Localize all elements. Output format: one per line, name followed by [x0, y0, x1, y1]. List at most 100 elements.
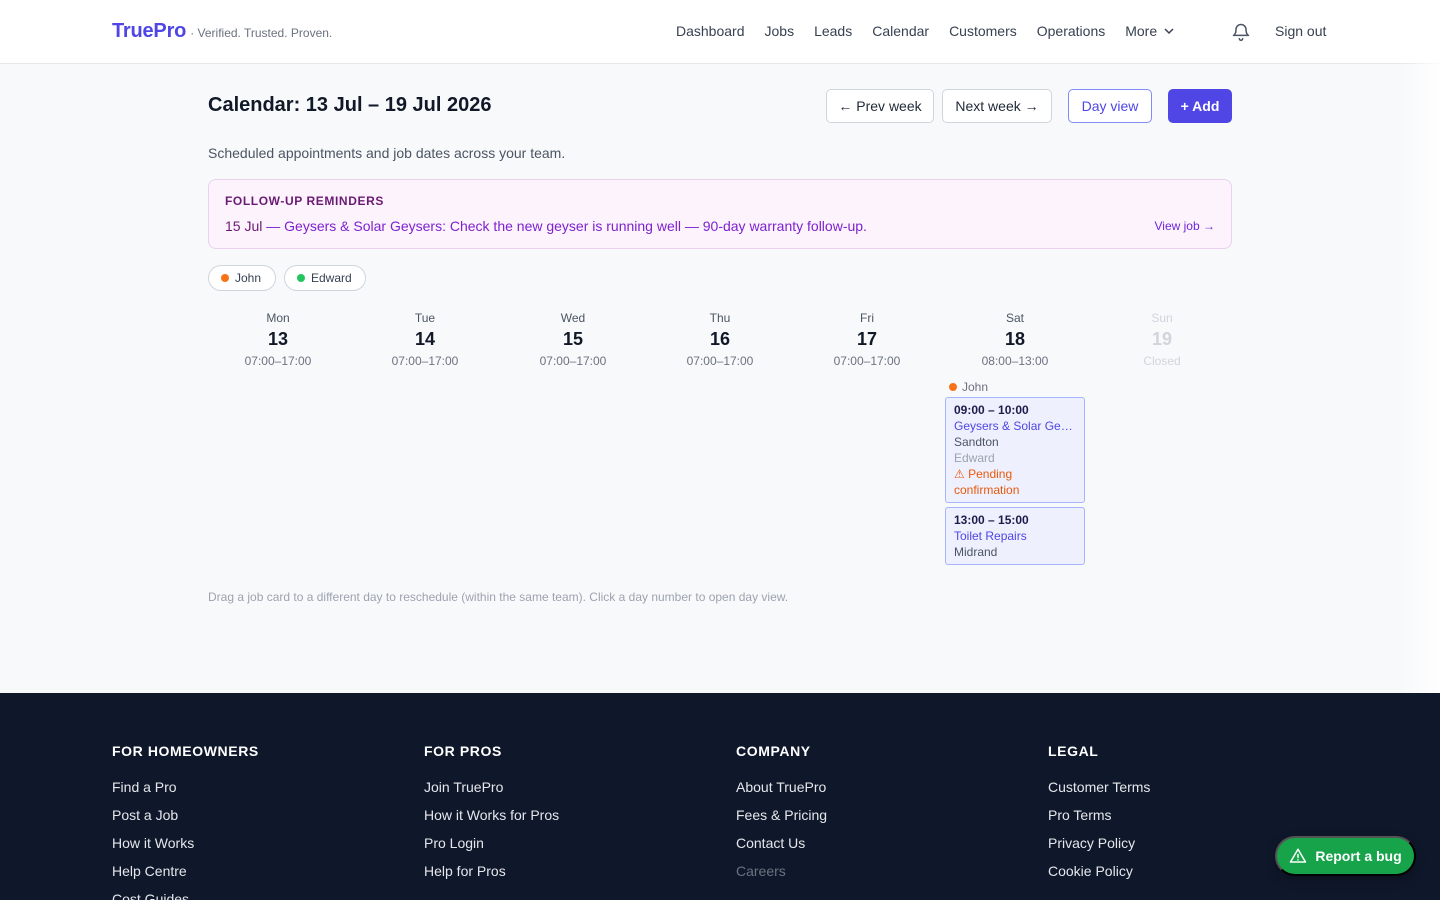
footer-link[interactable]: Cookie Policy	[1048, 863, 1150, 891]
day-column-tue: Tue 14 07:00–17:00	[355, 311, 495, 368]
reminder-date: 15 Jul	[225, 218, 263, 234]
nav-operations[interactable]: Operations	[1037, 23, 1105, 39]
day-name: Thu	[709, 311, 731, 325]
day-hours: 07:00–17:00	[539, 354, 607, 368]
add-button[interactable]: + Add	[1168, 89, 1232, 123]
day-number[interactable]: 15	[503, 329, 643, 350]
day-number[interactable]: 19	[1092, 329, 1232, 350]
day-column-mon: Mon 13 07:00–17:00	[208, 311, 348, 368]
day-name: Wed	[560, 311, 586, 325]
page-title: Calendar: 13 Jul – 19 Jul 2026	[208, 94, 492, 116]
day-name: Fri	[860, 311, 874, 325]
day-number[interactable]: 17	[797, 329, 937, 350]
page-subtitle: Scheduled appointments and job dates acr…	[208, 145, 566, 161]
day-hours: 07:00–17:00	[686, 354, 754, 368]
team-color-dot	[297, 274, 305, 282]
sign-out-link[interactable]: Sign out	[1275, 23, 1326, 39]
prev-week-button[interactable]: ← Prev week	[826, 89, 934, 123]
job-person: Edward	[954, 451, 995, 465]
footer-heading: FOR HOMEOWNERS	[112, 743, 259, 759]
warning-icon	[1290, 848, 1307, 863]
day-hours: 07:00–17:00	[244, 354, 312, 368]
footer-link[interactable]: Post a Job	[112, 807, 259, 835]
day-column-wed: Wed 15 07:00–17:00	[503, 311, 643, 368]
main-nav: Dashboard Jobs Leads Calendar Customers …	[676, 23, 1175, 39]
reminder-body: — Geysers & Solar Geysers: Check the new…	[262, 218, 867, 234]
job-time: 09:00 – 10:00	[954, 403, 1029, 417]
day-hours: Closed	[1143, 354, 1181, 368]
nav-leads[interactable]: Leads	[814, 23, 852, 39]
day-number[interactable]: 18	[945, 329, 1085, 350]
site-footer: FOR HOMEOWNERS Find a Pro Post a Job How…	[0, 693, 1440, 900]
nav-jobs[interactable]: Jobs	[765, 23, 795, 39]
reminders-heading: FOLLOW-UP REMINDERS	[225, 194, 384, 208]
report-bug-label: Report a bug	[1315, 848, 1402, 864]
bell-icon[interactable]	[1231, 22, 1251, 42]
nav-more-label: More	[1125, 23, 1158, 39]
job-status-warning: ⚠ Pending confirmation	[954, 467, 1020, 497]
job-service: Geysers & Solar Geysers	[954, 419, 1076, 433]
edge-fade	[1400, 0, 1440, 693]
assignee-label: John	[949, 380, 988, 394]
footer-link[interactable]: About TruePro	[736, 779, 827, 807]
footer-link[interactable]: Pro Terms	[1048, 807, 1150, 835]
footer-link[interactable]: Find a Pro	[112, 779, 259, 807]
nav-calendar[interactable]: Calendar	[872, 23, 929, 39]
reschedule-hint: Drag a job card to a different day to re…	[208, 590, 789, 604]
footer-link[interactable]: Fees & Pricing	[736, 807, 827, 835]
day-number[interactable]: 14	[355, 329, 495, 350]
team-color-dot	[221, 274, 229, 282]
day-view-button[interactable]: Day view	[1068, 89, 1152, 123]
nav-more[interactable]: More	[1125, 23, 1175, 39]
report-bug-button[interactable]: Report a bug	[1275, 836, 1416, 876]
footer-link[interactable]: Careers	[736, 863, 827, 891]
job-area: Sandton	[954, 435, 999, 449]
nav-customers[interactable]: Customers	[949, 23, 1017, 39]
footer-link[interactable]: Join TruePro	[424, 779, 559, 807]
day-column-fri: Fri 17 07:00–17:00	[797, 311, 937, 368]
footer-link[interactable]: Pro Login	[424, 835, 559, 863]
team-color-dot	[949, 383, 957, 391]
day-number[interactable]: 16	[650, 329, 790, 350]
footer-link[interactable]: Cost Guides	[112, 891, 259, 900]
job-service: Toilet Repairs	[954, 529, 1027, 543]
reminder-text: 15 Jul — Geysers & Solar Geysers: Check …	[225, 218, 867, 234]
team-chip-edward[interactable]: Edward	[284, 265, 366, 291]
footer-link[interactable]: Privacy Policy	[1048, 835, 1150, 863]
footer-col-company: COMPANY About TruePro Fees & Pricing Con…	[736, 743, 827, 891]
job-time: 13:00 – 15:00	[954, 513, 1029, 527]
job-card[interactable]: 09:00 – 10:00 Geysers & Solar Geysers Sa…	[945, 397, 1085, 503]
footer-col-legal: LEGAL Customer Terms Pro Terms Privacy P…	[1048, 743, 1150, 891]
view-job-link[interactable]: View job →	[1155, 219, 1215, 233]
footer-link[interactable]: How it Works for Pros	[424, 807, 559, 835]
day-name: Mon	[266, 311, 290, 325]
team-chip-john[interactable]: John	[208, 265, 276, 291]
footer-link[interactable]: Customer Terms	[1048, 779, 1150, 807]
day-column-sun: Sun 19 Closed	[1092, 311, 1232, 368]
assignee-name: John	[962, 380, 989, 394]
footer-heading: FOR PROS	[424, 743, 502, 759]
team-chip-label: John	[235, 271, 262, 285]
footer-link[interactable]: Contact Us	[736, 835, 827, 863]
day-number[interactable]: 13	[208, 329, 348, 350]
chevron-down-icon	[1164, 28, 1174, 35]
job-card[interactable]: 13:00 – 15:00 Toilet Repairs Midrand	[945, 507, 1085, 565]
team-chip-label: Edward	[311, 271, 352, 285]
footer-col-homeowners: FOR HOMEOWNERS Find a Pro Post a Job How…	[112, 743, 259, 900]
day-hours: 07:00–17:00	[391, 354, 459, 368]
follow-up-reminders: FOLLOW-UP REMINDERS 15 Jul — Geysers & S…	[208, 179, 1232, 249]
day-hours: 08:00–13:00	[981, 354, 1049, 368]
footer-link[interactable]: Help Centre	[112, 863, 259, 891]
day-name: Sun	[1151, 311, 1173, 325]
brand-logo[interactable]: TruePro	[112, 20, 186, 43]
day-column-sat: Sat 18 08:00–13:00	[945, 311, 1085, 368]
footer-heading: COMPANY	[736, 743, 811, 759]
footer-link[interactable]: How it Works	[112, 835, 259, 863]
brand-tagline: · Verified. Trusted. Proven.	[190, 26, 333, 40]
nav-dashboard[interactable]: Dashboard	[676, 23, 745, 39]
footer-heading: LEGAL	[1048, 743, 1099, 759]
footer-link[interactable]: Help for Pros	[424, 863, 559, 891]
brand[interactable]: TruePro · Verified. Trusted. Proven.	[112, 20, 332, 43]
footer-col-pros: FOR PROS Join TruePro How it Works for P…	[424, 743, 559, 891]
next-week-button[interactable]: Next week →	[942, 89, 1052, 123]
